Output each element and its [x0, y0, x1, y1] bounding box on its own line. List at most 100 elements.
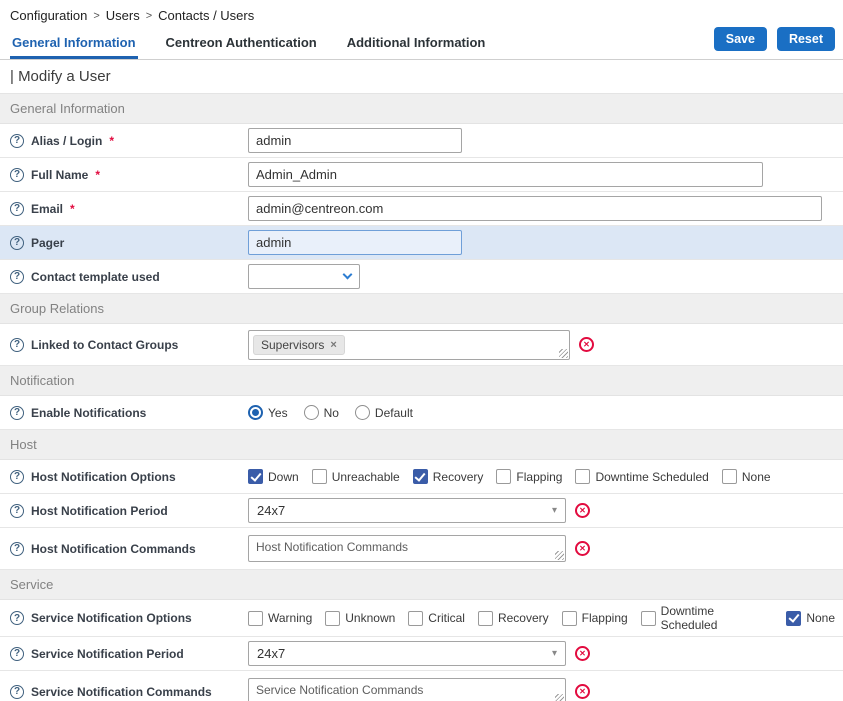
- help-icon[interactable]: ?: [10, 270, 24, 284]
- breadcrumb-item-contacts-users[interactable]: Contacts / Users: [158, 8, 254, 23]
- clear-field-icon[interactable]: ✕: [575, 503, 590, 518]
- help-icon[interactable]: ?: [10, 134, 24, 148]
- checkbox-critical[interactable]: Critical: [408, 604, 465, 632]
- service-options-label: Service Notification Options: [31, 611, 192, 625]
- help-icon[interactable]: ?: [10, 542, 24, 556]
- radio-default[interactable]: Default: [355, 405, 413, 420]
- section-header-general-information: General Information: [0, 94, 843, 124]
- help-icon[interactable]: ?: [10, 504, 24, 518]
- checkbox-box[interactable]: [325, 611, 340, 626]
- checkbox-downtime-scheduled[interactable]: Downtime Scheduled: [641, 604, 774, 632]
- help-icon[interactable]: ?: [10, 202, 24, 216]
- action-buttons: Save Reset: [714, 27, 835, 59]
- radio-yes[interactable]: Yes: [248, 405, 288, 420]
- checkbox-recovery[interactable]: Recovery: [478, 604, 549, 632]
- checkbox-box[interactable]: [496, 469, 511, 484]
- radio-no[interactable]: No: [304, 405, 339, 420]
- save-button[interactable]: Save: [714, 27, 767, 51]
- checkbox-warning[interactable]: Warning: [248, 604, 312, 632]
- checkbox-box[interactable]: [562, 611, 577, 626]
- form-row-host-commands: ? Host Notification Commands ✕: [0, 528, 843, 570]
- checkbox-box[interactable]: [478, 611, 493, 626]
- service-period-label: Service Notification Period: [31, 647, 184, 661]
- checkbox-downtime-scheduled[interactable]: Downtime Scheduled: [575, 469, 708, 484]
- tab-additional-information[interactable]: Additional Information: [345, 29, 488, 59]
- enable-notifications-label: Enable Notifications: [31, 406, 146, 420]
- chevron-down-icon: ▾: [552, 648, 557, 659]
- checkbox-box[interactable]: [413, 469, 428, 484]
- required-asterisk: *: [70, 202, 75, 216]
- chip-label: Supervisors: [261, 338, 324, 352]
- chevron-down-icon: ▾: [552, 505, 557, 516]
- checkbox-box[interactable]: [786, 611, 801, 626]
- help-icon[interactable]: ?: [10, 168, 24, 182]
- host-period-select[interactable]: 24x7 ▾: [248, 498, 566, 523]
- host-commands-label: Host Notification Commands: [31, 542, 196, 556]
- checkbox-box[interactable]: [408, 611, 423, 626]
- form-row-contact-groups: ? Linked to Contact Groups Supervisors ×…: [0, 324, 843, 366]
- breadcrumb: Configuration > Users > Contacts / Users: [0, 0, 843, 27]
- radio-button[interactable]: [355, 405, 370, 420]
- checkbox-flapping[interactable]: Flapping: [496, 469, 562, 484]
- breadcrumb-item-users[interactable]: Users: [106, 8, 140, 23]
- form-row-service-period: ? Service Notification Period 24x7 ▾ ✕: [0, 637, 843, 671]
- breadcrumb-separator: >: [146, 10, 152, 22]
- service-options-checkbox-group: Warning Unknown Critical Recovery Flappi…: [248, 604, 835, 632]
- service-commands-input[interactable]: [248, 678, 566, 701]
- service-period-select[interactable]: 24x7 ▾: [248, 641, 566, 666]
- clear-field-icon[interactable]: ✕: [579, 337, 594, 352]
- contact-template-select[interactable]: [248, 264, 360, 289]
- host-options-label: Host Notification Options: [31, 470, 176, 484]
- help-icon[interactable]: ?: [10, 406, 24, 420]
- reset-button[interactable]: Reset: [777, 27, 835, 51]
- email-field[interactable]: [248, 196, 822, 221]
- service-period-value: 24x7: [257, 646, 285, 661]
- checkbox-box[interactable]: [312, 469, 327, 484]
- checkbox-unknown[interactable]: Unknown: [325, 604, 395, 632]
- checkbox-none[interactable]: None: [722, 469, 771, 484]
- checkbox-box[interactable]: [722, 469, 737, 484]
- page-title: | Modify a User: [0, 59, 843, 94]
- contact-groups-multiselect[interactable]: Supervisors ×: [248, 330, 570, 360]
- checkbox-box[interactable]: [248, 611, 263, 626]
- help-icon[interactable]: ?: [10, 685, 24, 699]
- tab-general-information[interactable]: General Information: [10, 29, 138, 59]
- tab-centreon-authentication[interactable]: Centreon Authentication: [164, 29, 319, 59]
- pager-input[interactable]: [248, 230, 462, 255]
- checkbox-box[interactable]: [575, 469, 590, 484]
- help-icon[interactable]: ?: [10, 338, 24, 352]
- clear-field-icon[interactable]: ✕: [575, 646, 590, 661]
- breadcrumb-separator: >: [93, 10, 99, 22]
- help-icon[interactable]: ?: [10, 611, 24, 625]
- alias-label: Alias / Login: [31, 134, 102, 148]
- checkbox-recovery[interactable]: Recovery: [413, 469, 484, 484]
- radio-button[interactable]: [304, 405, 319, 420]
- chip-remove-icon[interactable]: ×: [330, 339, 336, 351]
- alias-input[interactable]: [248, 128, 462, 153]
- host-period-value: 24x7: [257, 503, 285, 518]
- form-row-host-options: ? Host Notification Options Down Unreach…: [0, 460, 843, 494]
- section-header-notification: Notification: [0, 366, 843, 396]
- clear-field-icon[interactable]: ✕: [575, 541, 590, 556]
- form-row-pager: ? Pager: [0, 226, 843, 260]
- help-icon[interactable]: ?: [10, 236, 24, 250]
- tabs-row: General Information Centreon Authenticat…: [0, 27, 843, 59]
- fullname-input[interactable]: [248, 162, 763, 187]
- host-commands-input[interactable]: [248, 535, 566, 562]
- email-label: Email: [31, 202, 63, 216]
- form-row-enable-notifications: ? Enable Notifications Yes No Default: [0, 396, 843, 430]
- checkbox-box[interactable]: [248, 469, 263, 484]
- radio-button[interactable]: [248, 405, 263, 420]
- service-commands-label: Service Notification Commands: [31, 685, 212, 699]
- checkbox-box[interactable]: [641, 611, 656, 626]
- help-icon[interactable]: ?: [10, 647, 24, 661]
- clear-field-icon[interactable]: ✕: [575, 684, 590, 699]
- form-row-fullname: ? Full Name *: [0, 158, 843, 192]
- checkbox-none[interactable]: None: [786, 604, 835, 632]
- fullname-label: Full Name: [31, 168, 88, 182]
- breadcrumb-item-configuration[interactable]: Configuration: [10, 8, 87, 23]
- checkbox-flapping[interactable]: Flapping: [562, 604, 628, 632]
- checkbox-down[interactable]: Down: [248, 469, 299, 484]
- checkbox-unreachable[interactable]: Unreachable: [312, 469, 400, 484]
- help-icon[interactable]: ?: [10, 470, 24, 484]
